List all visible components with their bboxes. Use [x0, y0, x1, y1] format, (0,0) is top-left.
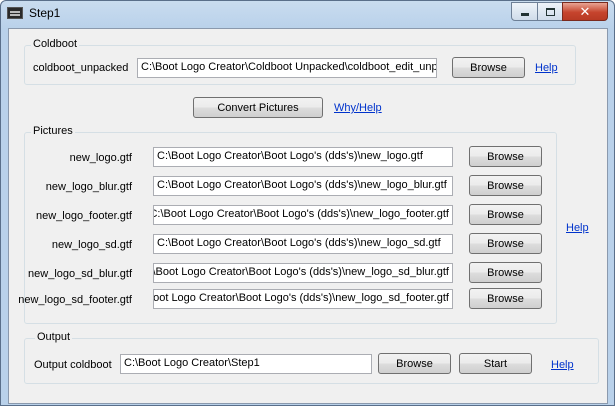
coldboot-field-label: coldboot_unpacked — [33, 62, 129, 74]
why-help-link[interactable]: Why/Help — [334, 102, 382, 114]
picture-path-input[interactable]: C:\Boot Logo Creator\Boot Logo's (dds's)… — [153, 289, 453, 309]
minimize-button[interactable] — [511, 2, 538, 21]
coldboot-browse-button[interactable]: Browse — [452, 57, 525, 78]
coldboot-path-input[interactable]: C:\Boot Logo Creator\Coldboot Unpacked\c… — [137, 58, 437, 78]
close-button[interactable]: ✕ — [562, 2, 608, 21]
convert-pictures-button[interactable]: Convert Pictures — [193, 97, 323, 118]
output-help-link[interactable]: Help — [551, 359, 574, 371]
picture-path-input[interactable]: C:\Boot Logo Creator\Boot Logo's (dds's)… — [153, 176, 453, 196]
picture-label: new_logo_sd_footer.gtf — [18, 294, 132, 306]
picture-path-input[interactable]: C:\Boot Logo Creator\Boot Logo's (dds's)… — [153, 234, 453, 254]
output-browse-button[interactable]: Browse — [378, 353, 451, 374]
picture-label: new_logo_sd_blur.gtf — [28, 268, 132, 280]
picture-browse-button[interactable]: Browse — [469, 262, 542, 283]
app-icon — [7, 7, 23, 19]
app-window: Step1 ✕ Coldboot coldboot_unpacked C:\Bo… — [0, 0, 615, 406]
output-group-label: Output — [35, 331, 73, 343]
output-group: Output Output coldboot C:\Boot Logo Crea… — [24, 331, 599, 384]
picture-label: new_logo_footer.gtf — [35, 210, 132, 222]
maximize-button[interactable] — [537, 2, 563, 21]
picture-browse-button[interactable]: Browse — [469, 204, 542, 225]
coldboot-group: Coldboot coldboot_unpacked C:\Boot Logo … — [24, 38, 576, 85]
minimize-icon — [520, 13, 529, 16]
picture-browse-button[interactable]: Browse — [469, 233, 542, 254]
pictures-group-label: Pictures — [31, 125, 75, 137]
picture-path-input[interactable]: C:\Boot Logo Creator\Boot Logo's (dds's)… — [153, 205, 453, 225]
maximize-icon — [545, 7, 555, 16]
picture-label: new_logo_sd.gtf — [51, 239, 132, 251]
pictures-group: Pictures new_logo.gtf C:\Boot Logo Creat… — [18, 125, 557, 324]
picture-browse-button[interactable]: Browse — [469, 175, 542, 196]
picture-label: new_logo_blur.gtf — [45, 181, 132, 193]
form-client-area: Coldboot coldboot_unpacked C:\Boot Logo … — [8, 28, 608, 404]
picture-browse-button[interactable]: Browse — [469, 288, 542, 309]
coldboot-help-link[interactable]: Help — [535, 62, 558, 74]
picture-path-input[interactable]: C:\Boot Logo Creator\Boot Logo's (dds's)… — [153, 263, 453, 283]
coldboot-group-label: Coldboot — [31, 38, 80, 50]
title-bar[interactable]: Step1 ✕ — [1, 1, 614, 27]
picture-browse-button[interactable]: Browse — [469, 146, 542, 167]
output-field-label: Output coldboot — [34, 359, 112, 371]
start-button[interactable]: Start — [459, 353, 532, 374]
picture-label: new_logo.gtf — [69, 152, 132, 164]
window-title: Step1 — [29, 6, 61, 20]
output-path-input[interactable]: C:\Boot Logo Creator\Step1 — [120, 354, 372, 374]
picture-path-input[interactable]: C:\Boot Logo Creator\Boot Logo's (dds's)… — [153, 147, 453, 167]
pictures-help-link[interactable]: Help — [566, 222, 589, 234]
close-icon: ✕ — [579, 3, 591, 19]
